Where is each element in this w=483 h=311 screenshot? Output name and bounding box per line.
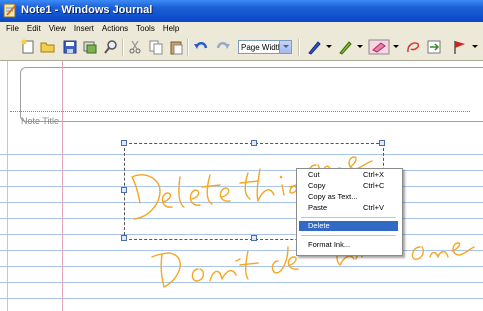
note-page[interactable]: Note Title: [0, 61, 483, 311]
redo-icon[interactable]: [215, 39, 231, 55]
menu-file[interactable]: File: [2, 22, 23, 35]
context-item-label: Cut: [308, 170, 320, 179]
save-icon[interactable]: [62, 39, 78, 55]
context-item-paste[interactable]: Paste Ctrl+V: [299, 203, 398, 213]
context-item-label: Paste: [308, 203, 328, 212]
context-item-cut[interactable]: Cut Ctrl+X: [299, 170, 398, 180]
selection-handle[interactable]: [121, 187, 127, 193]
menu-help[interactable]: Help: [159, 22, 183, 35]
context-item-label: Format Ink...: [308, 240, 351, 249]
context-item-shortcut: Ctrl+C: [363, 181, 385, 190]
context-item-shortcut: Ctrl+X: [363, 170, 385, 179]
context-item-shortcut: Ctrl+V: [363, 203, 385, 212]
highlighter-icon[interactable]: [337, 39, 353, 55]
eraser-icon[interactable]: [368, 39, 390, 55]
selection-handle[interactable]: [251, 235, 257, 241]
context-item-copy[interactable]: Copy Ctrl+C: [299, 181, 398, 191]
toolbar-separator: [122, 39, 124, 56]
menu-bar: File Edit View Insert Actions Tools Help: [0, 22, 483, 35]
context-item-label: Delete: [308, 221, 330, 230]
context-item-delete[interactable]: Delete: [299, 221, 398, 231]
zoom-select[interactable]: Page Width: [238, 40, 292, 54]
pen-icon[interactable]: [306, 39, 322, 55]
context-item-label: Copy: [308, 181, 326, 190]
menu-edit[interactable]: Edit: [23, 22, 45, 35]
context-item-copy-as-text[interactable]: Copy as Text...: [299, 192, 398, 202]
menu-insert[interactable]: Insert: [70, 22, 98, 35]
paste-icon[interactable]: [168, 39, 184, 55]
toolbar-separator: [187, 39, 189, 56]
context-item-label: Copy as Text...: [308, 192, 358, 201]
zoom-value: Page Width: [241, 43, 283, 52]
undo-icon[interactable]: [193, 39, 209, 55]
cut-icon[interactable]: [127, 39, 143, 55]
selection-handle[interactable]: [379, 140, 385, 146]
context-separator: [301, 235, 396, 236]
copy-icon[interactable]: [148, 39, 164, 55]
menu-actions[interactable]: Actions: [98, 22, 132, 35]
flag-icon[interactable]: [452, 39, 468, 55]
highlighter-dropdown-icon[interactable]: [357, 45, 363, 48]
selection-tool-icon[interactable]: [405, 39, 421, 55]
context-separator: [301, 217, 396, 218]
insert-space-icon[interactable]: [426, 39, 442, 55]
eraser-dropdown-icon[interactable]: [393, 45, 399, 48]
pen-dropdown-icon[interactable]: [326, 45, 332, 48]
selection-handle[interactable]: [121, 140, 127, 146]
import-icon[interactable]: [82, 39, 98, 55]
menu-tools[interactable]: Tools: [132, 22, 159, 35]
toolbar: Page Width: [0, 35, 483, 61]
chevron-down-icon[interactable]: [279, 41, 291, 53]
window-title: Note1 - Windows Journal: [21, 4, 153, 16]
journal-app-icon: [3, 3, 16, 18]
context-menu: Cut Ctrl+X Copy Ctrl+C Copy as Text... P…: [296, 168, 403, 256]
new-note-icon[interactable]: [20, 39, 36, 55]
context-item-format-ink[interactable]: Format Ink...: [299, 240, 398, 250]
flag-dropdown-icon[interactable]: [472, 45, 478, 48]
find-icon[interactable]: [103, 39, 119, 55]
title-bar[interactable]: Note1 - Windows Journal: [0, 0, 483, 22]
menu-view[interactable]: View: [45, 22, 70, 35]
toolbar-separator: [298, 39, 300, 56]
open-folder-icon[interactable]: [40, 39, 56, 55]
selection-handle[interactable]: [121, 235, 127, 241]
selection-handle[interactable]: [251, 140, 257, 146]
